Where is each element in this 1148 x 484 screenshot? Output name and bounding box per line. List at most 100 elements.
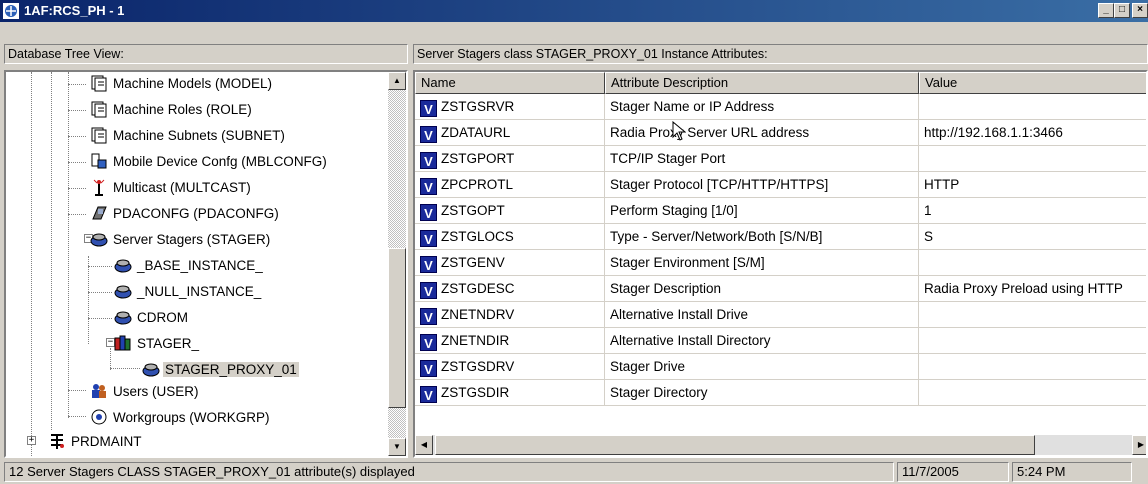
table-row[interactable]: V ZNETNDIR Alternative Install Directory: [415, 328, 1146, 354]
table-row[interactable]: V ZPCPROTL Stager Protocol [TCP/HTTP/HTTPS…: [415, 172, 1146, 198]
tree-item-cdrom[interactable]: CDROM: [114, 306, 190, 330]
cell-description[interactable]: Alternative Install Drive: [605, 302, 919, 328]
cell-value[interactable]: [919, 328, 1146, 354]
scroll-down-button[interactable]: ▼: [388, 438, 406, 456]
stager-icon: [142, 363, 160, 377]
cell-value[interactable]: http://192.168.1.1:3466: [919, 120, 1146, 146]
tree-item-pdaconfg[interactable]: PDACONFG (PDACONFG): [90, 202, 281, 226]
cell-name[interactable]: V ZSTGDESC: [415, 276, 605, 302]
cell-name[interactable]: V ZPCPROTL: [415, 172, 605, 198]
tree-item-machine-models[interactable]: Machine Models (MODEL): [90, 72, 274, 96]
class-icon: [91, 101, 107, 118]
cell-value[interactable]: [919, 250, 1146, 276]
scroll-right-button[interactable]: ▶: [1132, 435, 1146, 455]
scroll-up-button[interactable]: ▲: [388, 72, 406, 90]
table-row[interactable]: V ZSTGPORT TCP/IP Stager Port: [415, 146, 1146, 172]
cell-description[interactable]: Stager Name or IP Address: [605, 94, 919, 120]
table-row[interactable]: V ZSTGLOCS Type - Server/Network/Both [S/N…: [415, 224, 1146, 250]
column-header-name[interactable]: Name: [415, 72, 605, 94]
tree-line: [88, 292, 112, 293]
attribute-name: ZNETNDIR: [441, 333, 510, 348]
title-bar: 1AF:RCS_PH - 1 _ □ ×: [0, 0, 1148, 22]
attributes-grid[interactable]: Name Attribute Description Value V ZSTGSR…: [413, 70, 1148, 458]
attribute-name: ZDATAURL: [441, 125, 511, 140]
cell-name[interactable]: V ZSTGSDRV: [415, 354, 605, 380]
tree-line: [68, 214, 86, 215]
maximize-button[interactable]: □: [1114, 3, 1130, 18]
tree-line: [31, 72, 32, 456]
cell-name[interactable]: V ZSTGLOCS: [415, 224, 605, 250]
tree-item-users[interactable]: Users (USER): [90, 380, 201, 404]
tree-item-machine-roles[interactable]: Machine Roles (ROLE): [90, 98, 254, 122]
tree-item-stager[interactable]: STAGER_: [114, 332, 201, 356]
cell-value[interactable]: Radia Proxy Preload using HTTP: [919, 276, 1146, 302]
table-row[interactable]: V ZSTGDESC Stager Description Radia Proxy P…: [415, 276, 1146, 302]
cell-name[interactable]: V ZNETNDRV: [415, 302, 605, 328]
table-row[interactable]: V ZSTGOPT Perform Staging [1/0] 1: [415, 198, 1146, 224]
cell-value[interactable]: [919, 354, 1146, 380]
app-icon[interactable]: [3, 3, 19, 19]
expand-toggle[interactable]: +: [27, 436, 36, 445]
tree-item-workgroups[interactable]: Workgroups (WORKGRP): [90, 406, 272, 430]
tree-item-stager-proxy-01[interactable]: STAGER_PROXY_01: [142, 358, 299, 382]
scroll-thumb[interactable]: [435, 435, 1035, 455]
database-tree-view[interactable]: − − + Machine Models (MODEL) Machine Rol…: [4, 70, 408, 458]
cell-name[interactable]: V ZSTGSRVR: [415, 94, 605, 120]
cell-value[interactable]: S: [919, 224, 1146, 250]
prdmaint-icon: [51, 434, 64, 449]
attribute-name: ZSTGSDRV: [441, 359, 515, 374]
cell-value[interactable]: 1: [919, 198, 1146, 224]
grid-horizontal-scrollbar[interactable]: ◀ ▶: [415, 435, 1146, 455]
tree-item-null-instance[interactable]: _NULL_INSTANCE_: [114, 280, 263, 304]
minimize-button[interactable]: _: [1098, 3, 1114, 18]
cell-description[interactable]: Stager Directory: [605, 380, 919, 406]
scroll-left-button[interactable]: ◀: [415, 435, 433, 455]
cell-description[interactable]: Radia Proxy Server URL address: [605, 120, 919, 146]
variable-icon: V: [420, 308, 437, 325]
window-title: 1AF:RCS_PH - 1: [24, 3, 125, 18]
column-header-description[interactable]: Attribute Description: [605, 72, 919, 94]
cell-value[interactable]: HTTP: [919, 172, 1146, 198]
cell-value[interactable]: [919, 380, 1146, 406]
cell-description[interactable]: Type - Server/Network/Both [S/N/B]: [605, 224, 919, 250]
cell-description[interactable]: Alternative Install Directory: [605, 328, 919, 354]
attribute-name: ZSTGSDIR: [441, 385, 510, 400]
tree-item-mobile-device-confg[interactable]: Mobile Device Confg (MBLCONFG): [90, 150, 329, 174]
cell-name[interactable]: V ZSTGSDIR: [415, 380, 605, 406]
tree-item-machine-subnets[interactable]: Machine Subnets (SUBNET): [90, 124, 287, 148]
cell-name[interactable]: V ZSTGPORT: [415, 146, 605, 172]
tree-item-server-stagers[interactable]: Server Stagers (STAGER): [90, 228, 272, 252]
tree-pane-header: Database Tree View:: [4, 44, 408, 64]
tree-vertical-scrollbar[interactable]: ▲ ▼: [388, 72, 406, 456]
close-button[interactable]: ×: [1132, 3, 1148, 18]
cell-description[interactable]: TCP/IP Stager Port: [605, 146, 919, 172]
cell-description[interactable]: Stager Description: [605, 276, 919, 302]
cell-description[interactable]: Stager Drive: [605, 354, 919, 380]
cell-description[interactable]: Perform Staging [1/0]: [605, 198, 919, 224]
scroll-thumb[interactable]: [388, 248, 406, 408]
table-row[interactable]: V ZSTGSDRV Stager Drive: [415, 354, 1146, 380]
column-header-value[interactable]: Value: [919, 72, 1146, 94]
table-row[interactable]: V ZSTGENV Stager Environment [S/M]: [415, 250, 1146, 276]
cell-value[interactable]: [919, 94, 1146, 120]
cell-name[interactable]: V ZSTGOPT: [415, 198, 605, 224]
status-message: 12 Server Stagers CLASS STAGER_PROXY_01 …: [4, 462, 894, 482]
table-row[interactable]: V ZNETNDRV Alternative Install Drive: [415, 302, 1146, 328]
table-row[interactable]: V ZSTGSRVR Stager Name or IP Address: [415, 94, 1146, 120]
cell-description[interactable]: Stager Protocol [TCP/HTTP/HTTPS]: [605, 172, 919, 198]
cell-name[interactable]: V ZNETNDIR: [415, 328, 605, 354]
table-row[interactable]: V ZDATAURL Radia Proxy Server URL address h…: [415, 120, 1146, 146]
tree-item-multicast[interactable]: Multicast (MULTCAST): [90, 176, 253, 200]
users-icon: [92, 384, 106, 398]
cell-value[interactable]: [919, 302, 1146, 328]
attribute-name: ZNETNDRV: [441, 307, 515, 322]
tree-item-prdmaint[interactable]: PRDMAINT: [48, 430, 144, 454]
cell-name[interactable]: V ZSTGENV: [415, 250, 605, 276]
table-row[interactable]: V ZSTGSDIR Stager Directory: [415, 380, 1146, 406]
tree-item-base-instance[interactable]: _BASE_INSTANCE_: [114, 254, 265, 278]
cell-value[interactable]: [919, 146, 1146, 172]
cell-name[interactable]: V ZDATAURL: [415, 120, 605, 146]
attribute-name: ZSTGLOCS: [441, 229, 514, 244]
cell-description[interactable]: Stager Environment [S/M]: [605, 250, 919, 276]
variable-icon: V: [420, 360, 437, 377]
